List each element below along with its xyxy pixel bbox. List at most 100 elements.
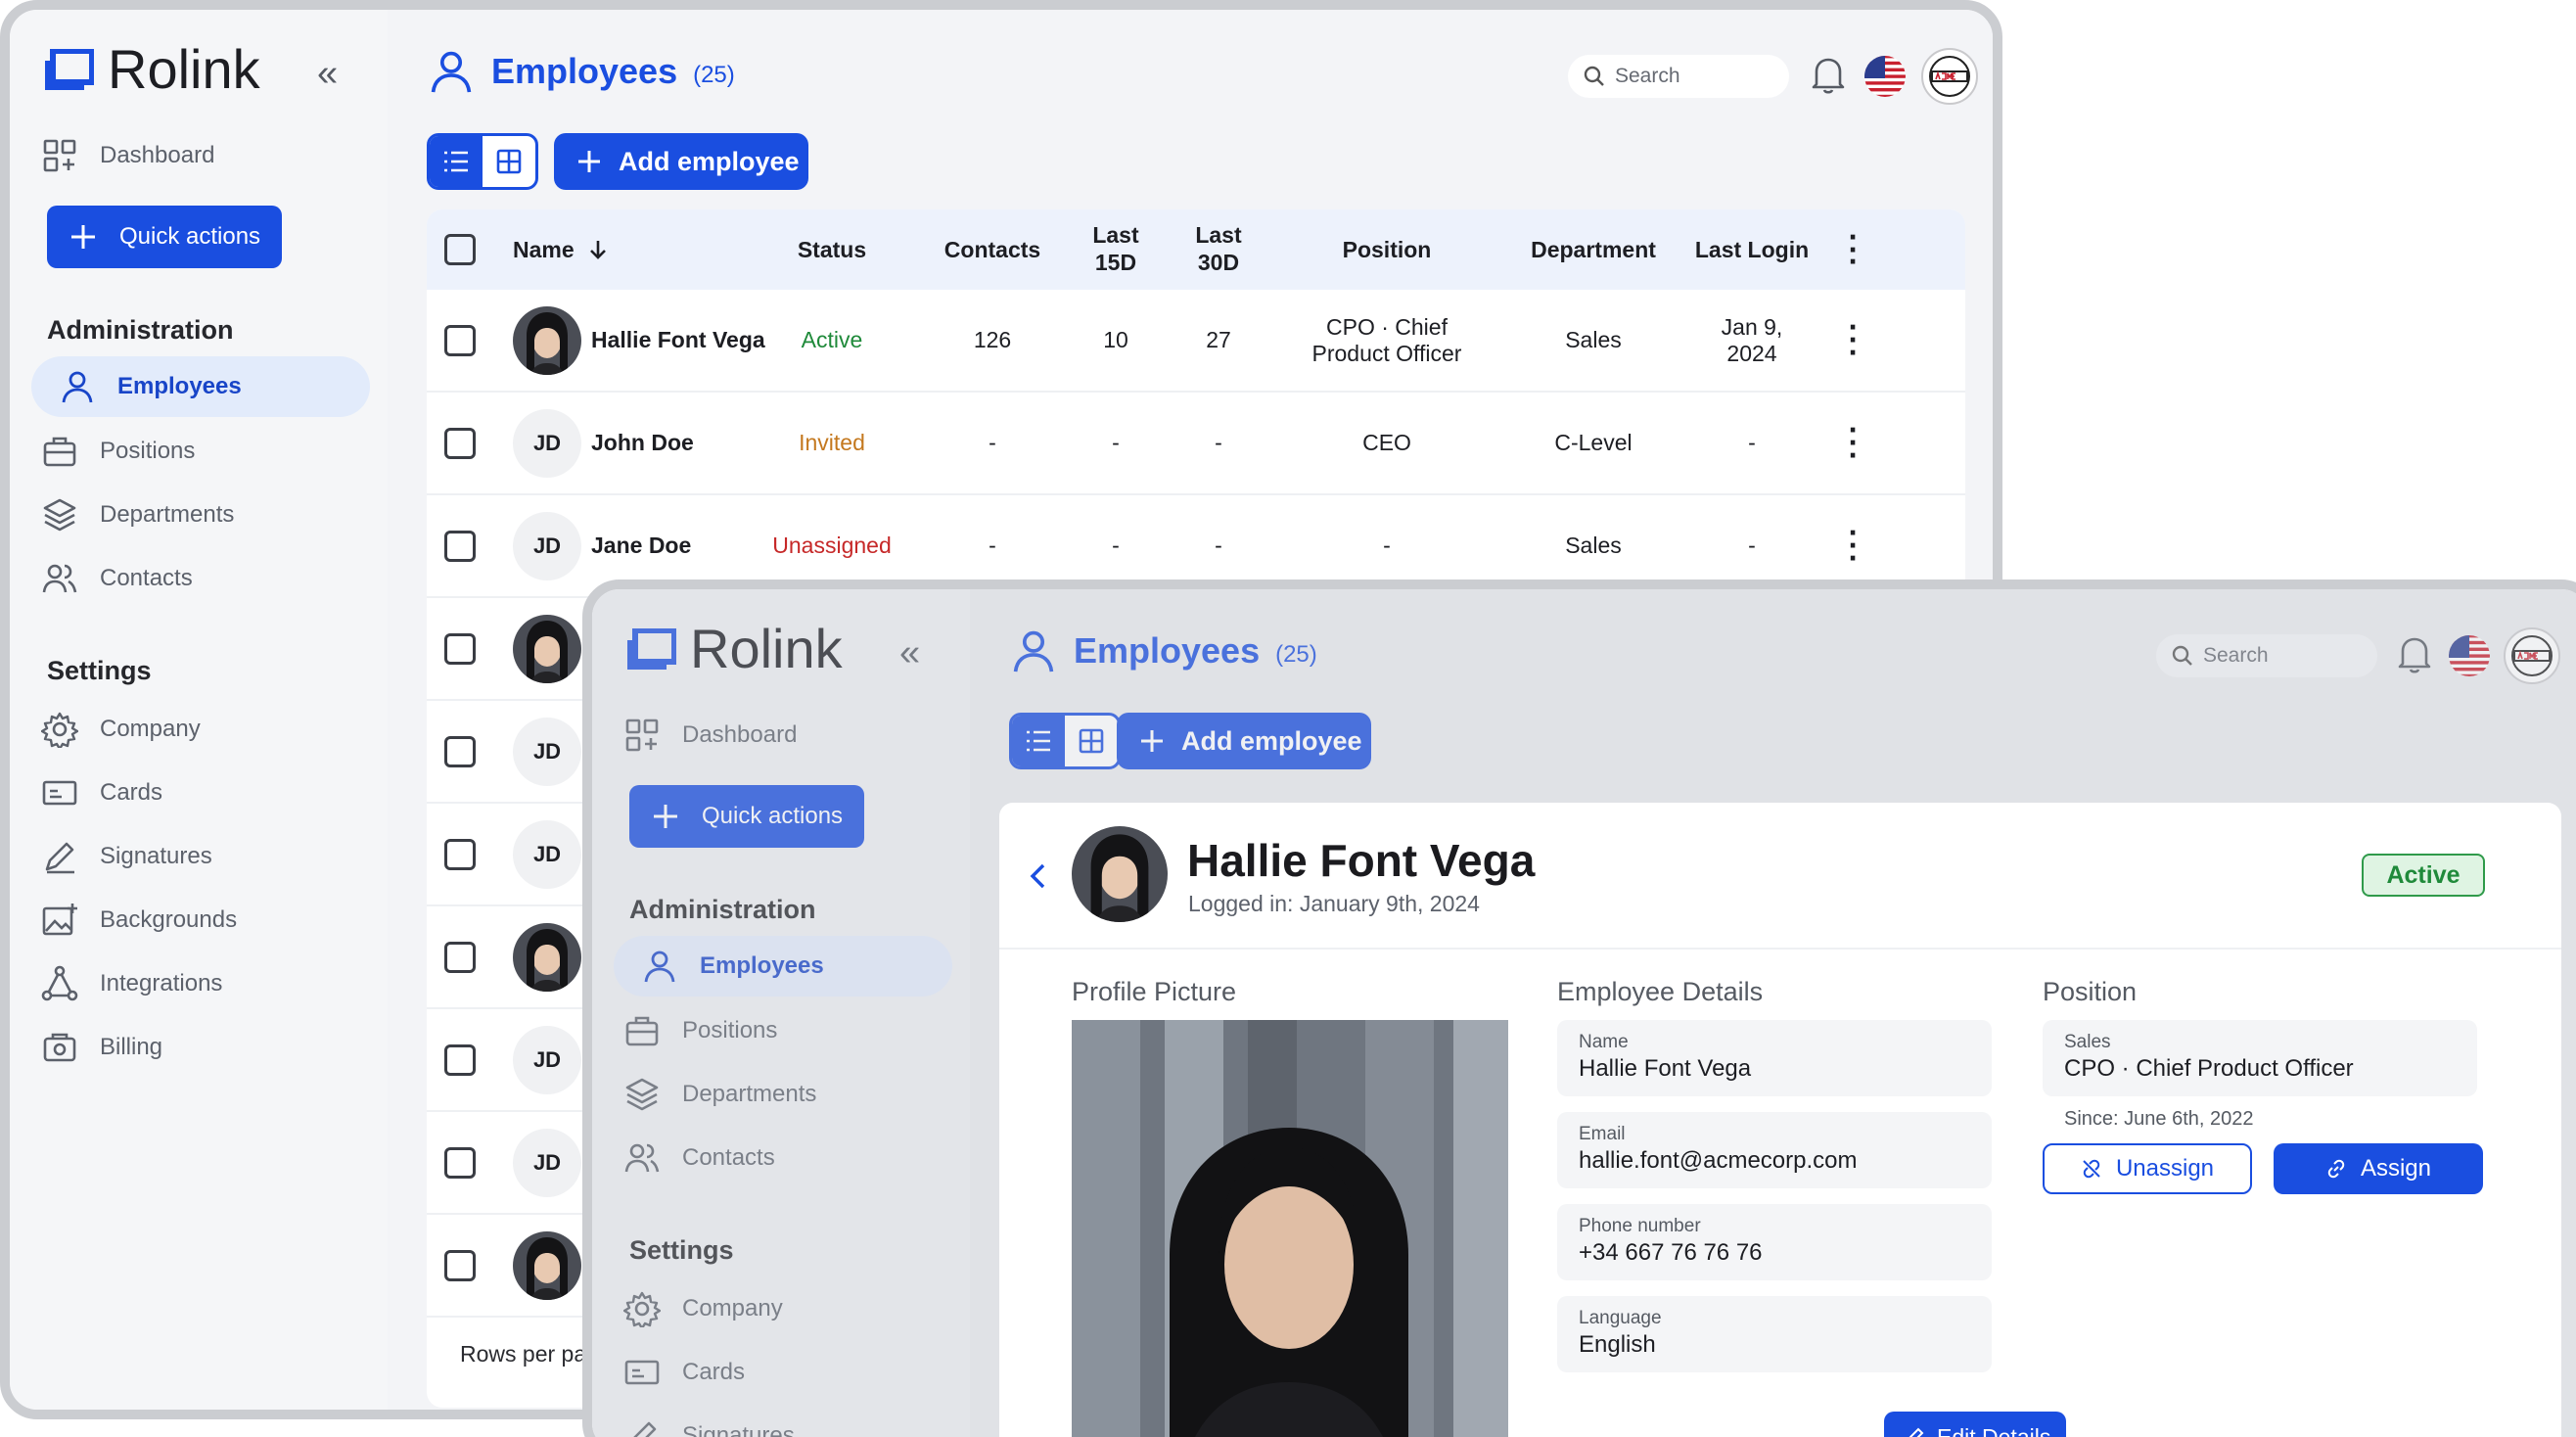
last-login-text: Logged in: January 9th, 2024: [1188, 891, 1480, 916]
last-15d-count: -: [1112, 533, 1120, 558]
grid-view-button[interactable]: [483, 136, 535, 187]
sidebar-item-label: Company: [100, 716, 201, 742]
column-name[interactable]: Name: [513, 237, 738, 263]
grid-view-button[interactable]: [1065, 716, 1118, 766]
acme-logo[interactable]: [2503, 626, 2561, 685]
us-flag-icon[interactable]: [2448, 634, 2491, 677]
assign-label: Assign: [2360, 1155, 2432, 1182]
sidebar-item-label: Employees: [117, 373, 242, 399]
sidebar-item-cards[interactable]: Cards: [623, 1354, 745, 1391]
row-checkbox[interactable]: [444, 1249, 476, 1281]
sidebar-item-backgrounds[interactable]: Backgrounds: [41, 902, 237, 939]
sidebar-item-label: Integrations: [100, 970, 223, 997]
sidebar-item-signatures[interactable]: Signatures: [623, 1417, 795, 1437]
sidebar-item-signatures[interactable]: Signatures: [41, 838, 212, 875]
contacts-count: -: [989, 533, 996, 558]
row-checkbox[interactable]: [444, 427, 476, 459]
sidebar-item-contacts[interactable]: Contacts: [41, 560, 193, 597]
row-kebab-icon[interactable]: · · ·: [1836, 414, 1871, 471]
sidebar-item-cards[interactable]: Cards: [41, 774, 162, 811]
position-card: Sales CPO · Chief Product Officer: [2043, 1020, 2477, 1096]
sidebar-item-label: Dashboard: [100, 142, 215, 168]
sidebar-item-departments[interactable]: Departments: [623, 1076, 816, 1113]
column-contacts[interactable]: Contacts: [926, 237, 1059, 263]
quick-actions-button[interactable]: Quick actions: [629, 785, 864, 848]
row-checkbox[interactable]: [444, 530, 476, 562]
table-row[interactable]: Hallie Font Vega Active 126 10 27 CPO · C…: [427, 290, 1965, 393]
bell-icon[interactable]: [2395, 632, 2434, 675]
sidebar-item-company[interactable]: Company: [623, 1290, 783, 1327]
sidebar-item-contacts[interactable]: Contacts: [623, 1139, 775, 1177]
collapse-sidebar-icon[interactable]: «: [899, 632, 920, 674]
field-value[interactable]: English: [1579, 1331, 1970, 1359]
user-icon: [62, 371, 93, 404]
view-toggle[interactable]: [427, 133, 538, 190]
row-checkbox[interactable]: [444, 324, 476, 356]
brand-logo[interactable]: Rolink: [627, 617, 843, 680]
employee-name[interactable]: Jane Doe: [591, 533, 691, 559]
sidebar-item-dashboard[interactable]: Dashboard: [41, 137, 214, 174]
initials-avatar: JD: [513, 1128, 581, 1197]
acme-logo[interactable]: [1920, 47, 1979, 106]
card-icon: [624, 1360, 660, 1385]
row-checkbox[interactable]: [444, 838, 476, 870]
row-kebab-icon[interactable]: · · ·: [1836, 517, 1871, 574]
initials-avatar: JD: [513, 1025, 581, 1094]
pencil-icon: [1909, 1427, 1924, 1437]
list-view-button[interactable]: [430, 136, 483, 187]
column-status[interactable]: Status: [738, 237, 926, 263]
layers-icon: [43, 498, 76, 532]
sidebar-item-departments[interactable]: Departments: [41, 496, 234, 533]
row-checkbox[interactable]: [444, 1043, 476, 1076]
select-all-checkbox[interactable]: [444, 234, 476, 265]
column-last-login[interactable]: Last Login: [1678, 237, 1826, 263]
sidebar-item-integrations[interactable]: Integrations: [41, 965, 222, 1002]
row-checkbox[interactable]: [444, 735, 476, 767]
sidebar-item-positions[interactable]: Positions: [623, 1012, 777, 1049]
add-employee-button[interactable]: Add employee: [1117, 713, 1371, 769]
row-checkbox[interactable]: [444, 1146, 476, 1179]
plus-icon: [654, 805, 677, 828]
edit-details-button[interactable]: Edit Details: [1884, 1412, 2066, 1437]
employee-name[interactable]: John Doe: [591, 430, 694, 456]
column-options-kebab-icon[interactable]: · · ·: [1836, 221, 1871, 278]
view-toggle[interactable]: [1009, 713, 1121, 769]
row-checkbox[interactable]: [444, 941, 476, 973]
initials-avatar: JD: [513, 408, 581, 478]
quick-actions-button[interactable]: Quick actions: [47, 206, 282, 268]
column-department[interactable]: Department: [1509, 237, 1678, 263]
sidebar-item-positions[interactable]: Positions: [41, 433, 195, 470]
column-position[interactable]: Position: [1265, 237, 1509, 263]
rows-per-page-label: Rows per pa: [460, 1341, 587, 1367]
field-value[interactable]: +34 667 76 76 76: [1579, 1239, 1970, 1267]
row-kebab-icon[interactable]: · · ·: [1836, 311, 1871, 368]
search-input[interactable]: Search: [1568, 55, 1789, 98]
sidebar-item-employees[interactable]: Employees: [31, 356, 370, 417]
field-value[interactable]: hallie.font@acmecorp.com: [1579, 1147, 1970, 1175]
us-flag-icon[interactable]: [1863, 55, 1907, 98]
profile-picture[interactable]: [1072, 1020, 1508, 1437]
plus-icon: [578, 151, 600, 172]
users-icon: [42, 564, 77, 594]
add-employee-button[interactable]: Add employee: [554, 133, 808, 190]
list-view-button[interactable]: [1012, 716, 1065, 766]
sidebar-item-company[interactable]: Company: [41, 711, 201, 748]
unassign-button[interactable]: Unassign: [2043, 1143, 2252, 1194]
sort-arrow-icon[interactable]: [588, 239, 608, 260]
sidebar-item-dashboard[interactable]: Dashboard: [623, 717, 797, 754]
assign-button[interactable]: Assign: [2274, 1143, 2483, 1194]
column-last-30d[interactable]: Last 30D: [1173, 222, 1265, 276]
bell-icon[interactable]: [1809, 53, 1848, 96]
grid-icon: [496, 149, 522, 174]
back-chevron-icon[interactable]: [1027, 861, 1050, 891]
sidebar-item-employees[interactable]: Employees: [614, 936, 952, 997]
collapse-sidebar-icon[interactable]: «: [317, 53, 338, 95]
brand-logo[interactable]: Rolink: [45, 37, 260, 101]
search-input[interactable]: Search: [2156, 634, 2377, 677]
column-last-15d[interactable]: Last 15D: [1059, 222, 1173, 276]
field-value[interactable]: Hallie Font Vega: [1579, 1055, 1970, 1083]
employee-name: Hallie Font Vega: [1187, 835, 1536, 886]
table-row[interactable]: JD John Doe Invited - - - CEO C-Level - ·…: [427, 393, 1965, 495]
row-checkbox[interactable]: [444, 632, 476, 665]
sidebar-item-billing[interactable]: Billing: [41, 1029, 162, 1066]
